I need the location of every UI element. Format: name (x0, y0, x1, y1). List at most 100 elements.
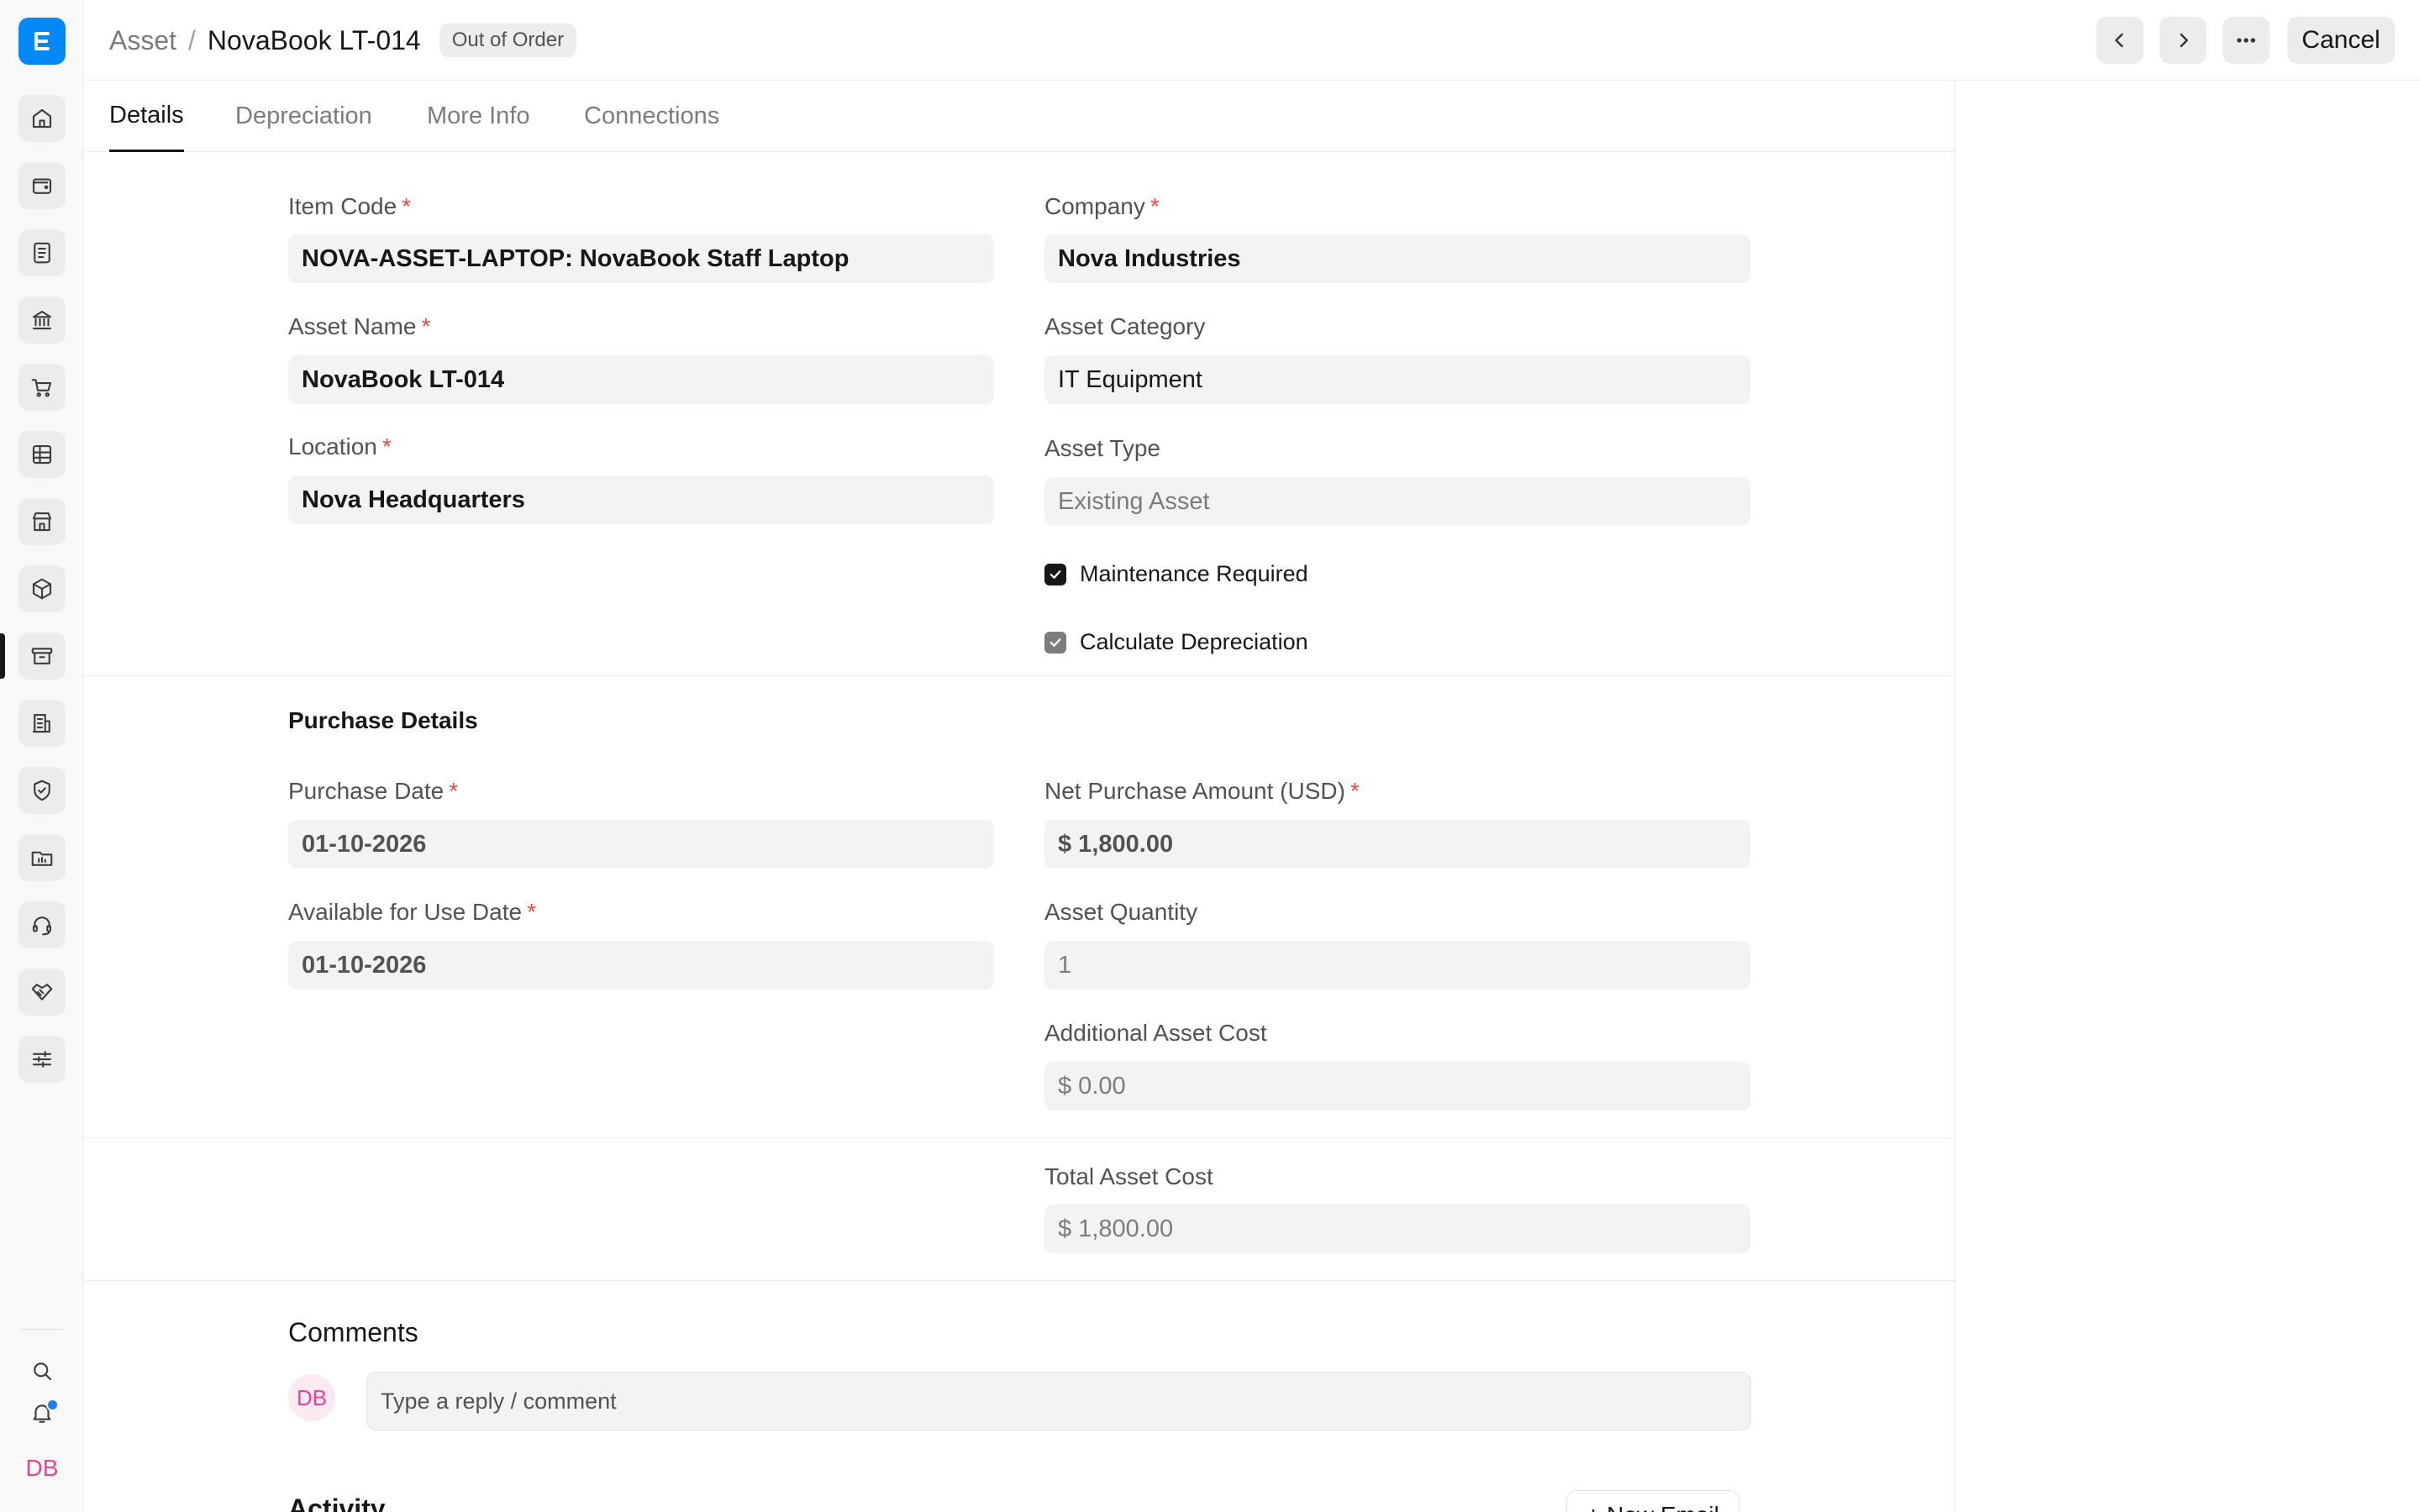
checkbox-checked[interactable] (1044, 563, 1066, 585)
search-icon (34, 1362, 52, 1381)
required-mark: * (1150, 193, 1160, 219)
more-actions-button[interactable] (2223, 17, 2270, 64)
asset-name-field[interactable]: NovaBook LT-014 (288, 355, 994, 404)
previous-record-button[interactable] (2096, 17, 2144, 64)
shield-icon (34, 780, 50, 801)
asset-quantity-field[interactable]: 1 (1044, 941, 1750, 990)
sidebar-item-selling[interactable] (18, 498, 66, 545)
sidebar-item-buying[interactable] (18, 364, 66, 411)
activity-heading: Activity (288, 1494, 386, 1512)
breadcrumb-separator: / (188, 24, 196, 55)
maintenance-required-label: Maintenance Required (1080, 561, 1308, 586)
tab-depreciation[interactable]: Depreciation (235, 81, 372, 152)
available-for-use-date-field[interactable]: 01-10-2026 (288, 941, 994, 990)
asset-type-label: Asset Type (1044, 435, 1161, 461)
location-field[interactable]: Nova Headquarters (288, 475, 994, 524)
tab-bar: Details Depreciation More Info Connectio… (84, 81, 1954, 152)
sidebar-item-stock[interactable] (18, 565, 66, 612)
building-icon (32, 713, 50, 733)
comment-input[interactable]: Type a reply / comment (366, 1372, 1751, 1431)
more-horizontal-icon (2237, 38, 2255, 43)
sidebar-item-reports[interactable] (18, 431, 66, 478)
maintenance-required-checkbox[interactable]: Maintenance Required (1044, 561, 1308, 587)
section-divider (84, 675, 1954, 676)
app-logo[interactable] (18, 18, 66, 65)
sidebar-item-projects[interactable] (18, 834, 66, 881)
headset-icon (32, 916, 52, 936)
purchase-date-label: Purchase Date * (288, 778, 459, 804)
required-mark: * (421, 313, 431, 339)
asset-quantity-label: Asset Quantity (1044, 899, 1198, 925)
file-text-icon (34, 242, 50, 264)
bank-icon (32, 310, 52, 330)
sidebar-item-support[interactable] (18, 901, 66, 948)
tab-more-info[interactable]: More Info (427, 81, 530, 152)
archive-icon (31, 648, 53, 664)
company-field[interactable]: Nova Industries (1044, 234, 1750, 283)
next-record-button[interactable] (2160, 17, 2207, 64)
item-code-field[interactable]: NOVA-ASSET-LAPTOP: NovaBook Staff Laptop (288, 234, 994, 283)
store-icon (32, 512, 52, 532)
chevron-left-icon (2115, 33, 2123, 48)
status-badge: Out of Order (439, 24, 577, 57)
erp-logo-icon (34, 32, 50, 50)
comments-heading: Comments (288, 1317, 418, 1347)
company-label: Company * (1044, 193, 1160, 219)
section-divider (84, 1280, 1954, 1281)
net-purchase-amount-label: Net Purchase Amount (USD) * (1044, 778, 1360, 804)
new-email-button[interactable]: + New Email (1566, 1490, 1739, 1512)
sidebar-item-crm[interactable] (18, 969, 66, 1016)
net-purchase-amount-field[interactable]: $ 1,800.00 (1044, 820, 1750, 869)
home-icon (32, 108, 52, 129)
sidebar-item-assets[interactable] (18, 633, 66, 680)
tab-details[interactable]: Details (109, 81, 184, 152)
page-header: Asset / NovaBook LT-014 Out of Order Can… (84, 0, 2420, 81)
sidebar-search[interactable] (18, 1347, 66, 1394)
additional-asset-cost-label: Additional Asset Cost (1044, 1020, 1267, 1046)
notification-dot (46, 1399, 59, 1411)
sidebar-item-home[interactable] (18, 95, 66, 142)
sidebar-item-settings[interactable] (18, 1036, 66, 1083)
sidebar-panel-divider (1954, 81, 1955, 1512)
asset-category-field[interactable]: IT Equipment (1044, 355, 1750, 404)
handshake-icon (31, 984, 53, 1000)
total-asset-cost-field[interactable]: $ 1,800.00 (1044, 1205, 1750, 1253)
sidebar-item-banking[interactable] (18, 297, 66, 344)
folder-icon (31, 851, 53, 866)
active-indicator (0, 633, 5, 679)
checkmark-icon (1050, 570, 1061, 579)
additional-asset-cost-field[interactable]: $ 0.00 (1044, 1062, 1750, 1110)
asset-name-label: Asset Name * (288, 313, 431, 339)
page-title: NovaBook LT-014 (207, 24, 421, 55)
sidebar: DB (0, 0, 84, 1512)
checkmark-icon (1050, 638, 1061, 647)
cart-icon (31, 379, 52, 397)
checkbox-checked-disabled[interactable] (1044, 631, 1066, 654)
package-icon (32, 578, 52, 600)
cancel-button[interactable]: Cancel (2287, 17, 2395, 64)
sidebar-notifications[interactable] (18, 1389, 66, 1436)
tab-connections[interactable]: Connections (584, 81, 719, 152)
total-asset-cost-label: Total Asset Cost (1044, 1163, 1213, 1189)
required-mark: * (381, 433, 392, 459)
calculate-depreciation-checkbox[interactable]: Calculate Depreciation (1044, 629, 1308, 655)
user-avatar[interactable]: DB (18, 1446, 66, 1490)
table-icon (32, 444, 52, 465)
sidebar-item-quality[interactable] (18, 767, 66, 814)
breadcrumb-parent[interactable]: Asset (109, 25, 176, 56)
sidebar-item-organization[interactable] (18, 700, 66, 747)
required-mark: * (402, 193, 412, 219)
wallet-icon (32, 178, 52, 194)
location-label: Location * (288, 433, 392, 459)
purchase-details-heading: Purchase Details (288, 707, 478, 733)
asset-type-field[interactable]: Existing Asset (1044, 477, 1750, 526)
required-mark: * (527, 899, 536, 925)
sidebar-item-accounting[interactable] (18, 162, 66, 209)
sidebar-divider (20, 1329, 64, 1330)
comment-avatar: DB (288, 1374, 335, 1421)
purchase-date-field[interactable]: 01-10-2026 (288, 820, 994, 869)
sliders-icon (32, 1051, 52, 1068)
sidebar-item-documents[interactable] (18, 229, 66, 276)
required-mark: * (1349, 778, 1360, 804)
required-mark: * (449, 778, 459, 804)
